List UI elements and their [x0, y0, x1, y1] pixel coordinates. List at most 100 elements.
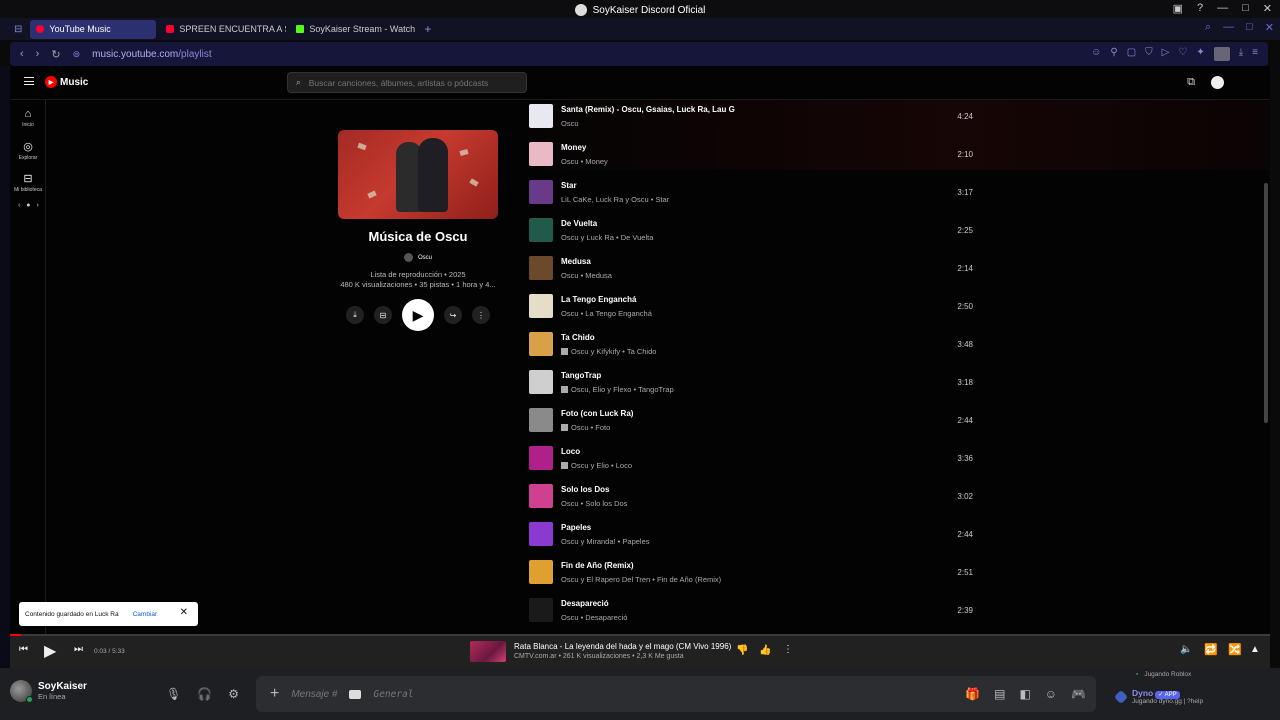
heart-icon[interactable]: ♡	[1178, 47, 1187, 61]
playlist-owner[interactable]: Oscu	[338, 253, 498, 262]
close-icon[interactable]: ✕	[180, 607, 188, 618]
track-row[interactable]: Medusa Oscu • Medusa 2:14	[528, 252, 978, 290]
discord-user-panel[interactable]: SoyKaiser En línea	[10, 680, 87, 703]
more-options-icon[interactable]: ⋮	[783, 644, 793, 655]
volume-icon[interactable]: 🔈	[1180, 644, 1192, 655]
maximize-browser-button[interactable]: □	[1246, 21, 1253, 34]
site-info-icon[interactable]: ⊜	[73, 49, 81, 60]
repeat-icon[interactable]: 🔁	[1204, 643, 1218, 656]
track-row[interactable]: Ta Chido Oscu y Kifykify • Ta Chido 3:48	[528, 328, 978, 366]
track-row[interactable]: Santa (Remix) - Oscu, Gsaias, Luck Ra, L…	[528, 100, 978, 138]
microphone-icon[interactable]: 🎙	[166, 687, 181, 701]
track-thumbnail[interactable]	[529, 408, 553, 432]
activity-row-roblox[interactable]: ▪ Jugando Roblox	[1116, 670, 1191, 678]
share-button[interactable]: ↪	[444, 306, 462, 324]
progress-bar[interactable]	[10, 634, 1270, 636]
save-to-library-button[interactable]: ⊟	[374, 306, 392, 324]
track-title[interactable]: Santa (Remix) - Oscu, Gsaias, Luck Ra, L…	[561, 105, 735, 114]
play-icon[interactable]: ▶	[44, 641, 56, 661]
sidebar-item-inicio[interactable]: ⌂ Inicio	[10, 108, 46, 128]
tab-youtube-music[interactable]: YouTube Music	[30, 19, 157, 39]
track-row[interactable]: La Tengo Enganchá Oscu • La Tengo Enganch…	[528, 290, 978, 328]
gif-icon[interactable]: ▤	[994, 687, 1005, 701]
inbox-icon[interactable]: ▣	[1173, 2, 1183, 15]
tab-spreen[interactable]: SPREEN ENCUENTRA A S	[160, 20, 286, 39]
track-row[interactable]: Star LiL CaKe, Luck Ra y Oscu • Star 3:17	[528, 176, 978, 214]
player-icon[interactable]: ▷	[1162, 47, 1170, 61]
track-thumbnail[interactable]	[529, 218, 553, 242]
activity-row-dyno[interactable]: Dyno ✓ APP Jugando dyno.gg | ?help	[1113, 688, 1203, 705]
maximize-button[interactable]: □	[1242, 2, 1249, 15]
toast-change-button[interactable]: Cambiar	[133, 611, 158, 618]
track-thumbnail[interactable]	[529, 560, 553, 584]
search-tabs-icon[interactable]: ⌕	[1205, 21, 1211, 34]
track-title[interactable]: Loco	[561, 447, 580, 456]
track-thumbnail[interactable]	[529, 370, 553, 394]
minimize-browser-button[interactable]: —	[1223, 21, 1234, 34]
track-thumbnail[interactable]	[529, 598, 553, 622]
hamburger-menu-icon[interactable]	[24, 77, 34, 85]
gear-icon[interactable]: ⚙	[228, 687, 239, 701]
track-thumbnail[interactable]	[529, 180, 553, 204]
track-title[interactable]: Foto (con Luck Ra)	[561, 409, 633, 418]
back-icon[interactable]: ‹	[20, 48, 24, 60]
now-playing-title[interactable]: Rata Blanca - La leyenda del hada y el m…	[514, 642, 731, 651]
track-thumbnail[interactable]	[529, 332, 553, 356]
profile-icon[interactable]	[1213, 47, 1230, 61]
reload-icon[interactable]: ↻	[51, 48, 60, 61]
shuffle-icon[interactable]: 🔀	[1228, 643, 1242, 656]
like-icon[interactable]: 👍	[759, 645, 771, 656]
track-title[interactable]: Fin de Año (Remix)	[561, 561, 634, 570]
puzzle-icon[interactable]: ✦	[1196, 47, 1204, 61]
sidebar-item-biblioteca[interactable]: ⊟ Mi biblioteca	[10, 172, 46, 193]
track-row[interactable]: Papeles Oscu y Miranda! • Papeles 2:44	[528, 518, 978, 556]
search-box[interactable]: ⌕	[287, 72, 527, 93]
track-thumbnail[interactable]	[529, 446, 553, 470]
track-thumbnail[interactable]	[529, 484, 553, 508]
screenshot-icon[interactable]: ▢	[1127, 47, 1136, 61]
track-title[interactable]: Papeles	[561, 523, 591, 532]
track-row[interactable]: TangoTrap Oscu, Elio y Flexo • TangoTrap 3…	[528, 366, 978, 404]
cast-icon[interactable]: ⧉	[1187, 76, 1195, 89]
close-button[interactable]: ✕	[1263, 2, 1272, 15]
url-field[interactable]: music.youtube.com/playlist	[92, 49, 212, 60]
track-title[interactable]: De Vuelta	[561, 219, 597, 228]
minimize-button[interactable]: —	[1217, 2, 1228, 15]
tab-kick-stream[interactable]: SoyKaiser Stream - Watch	[290, 20, 416, 39]
track-title[interactable]: La Tengo Enganchá	[561, 295, 636, 304]
menu-icon[interactable]: ≡	[1252, 47, 1258, 61]
shield-icon[interactable]: ⛉	[1145, 47, 1153, 61]
track-thumbnail[interactable]	[529, 256, 553, 280]
track-thumbnail[interactable]	[529, 142, 553, 166]
download-button[interactable]: ⤓	[346, 306, 364, 324]
help-icon[interactable]: ?	[1197, 2, 1203, 15]
close-browser-button[interactable]: ✕	[1265, 21, 1274, 34]
download-icon[interactable]: ⤓	[1239, 47, 1243, 61]
sidebar-item-explorar[interactable]: ◎ Explorar	[10, 140, 46, 161]
more-options-button[interactable]: ⋮	[472, 306, 490, 324]
new-tab-button[interactable]: +	[420, 22, 431, 36]
forward-icon[interactable]: ›	[36, 48, 40, 60]
youtube-music-logo[interactable]: ▶ Music	[45, 76, 88, 88]
pin-icon[interactable]: ⚲	[1110, 47, 1117, 61]
previous-track-icon[interactable]: ⏮	[19, 644, 28, 655]
gift-icon[interactable]: 🎁	[965, 687, 980, 701]
track-title[interactable]: Star	[561, 181, 577, 190]
track-row[interactable]: Loco Oscu y Elio • Loco 3:36	[528, 442, 978, 480]
track-row[interactable]: Fin de Año (Remix) Oscu y El Rapero Del T…	[528, 556, 978, 594]
gamepad-icon[interactable]: 🎮	[1071, 687, 1086, 701]
track-row[interactable]: De Vuelta Oscu y Luck Ra • De Vuelta 2:25	[528, 214, 978, 252]
sticker-icon[interactable]: ◧	[1019, 687, 1030, 701]
headphones-icon[interactable]: 🎧	[197, 687, 212, 701]
sidebar-pager[interactable]: ‹ ● ›	[18, 202, 41, 209]
track-title[interactable]: TangoTrap	[561, 371, 601, 380]
track-row[interactable]: Desapareció Oscu • Desapareció 2:39	[528, 594, 978, 632]
track-title[interactable]: Medusa	[561, 257, 591, 266]
track-thumbnail[interactable]	[529, 294, 553, 318]
track-thumbnail[interactable]	[529, 522, 553, 546]
now-playing-thumbnail[interactable]	[470, 641, 506, 662]
message-input[interactable]: + Mensaje # General 🎁 ▤ ◧ ☺ 🎮	[256, 676, 1096, 712]
track-row[interactable]: Solo los Dos Oscu • Solo los Dos 3:02	[528, 480, 978, 518]
search-input[interactable]	[308, 77, 519, 88]
expand-player-icon[interactable]: ▲	[1250, 644, 1260, 655]
